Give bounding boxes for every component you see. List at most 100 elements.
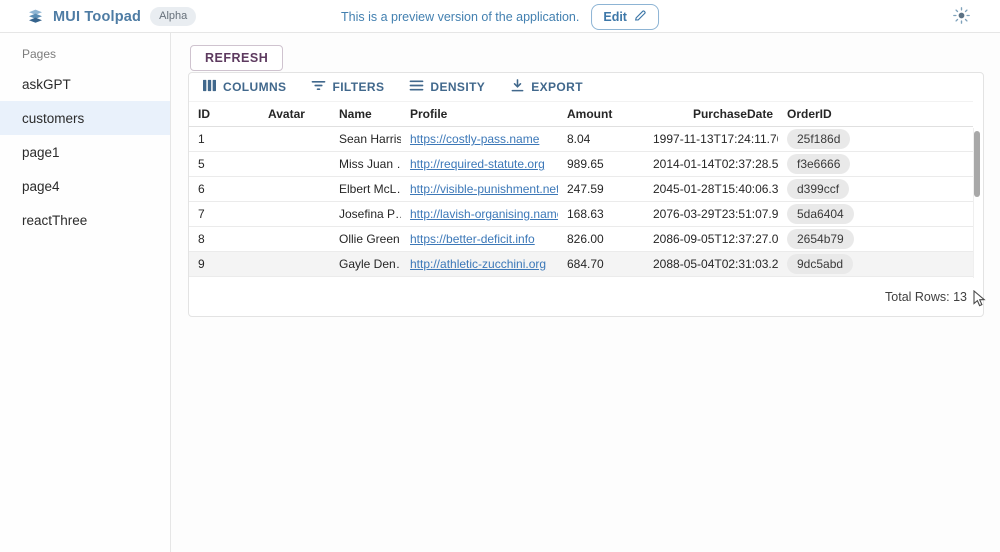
- cell-profile: http://athletic-zucchini.org: [401, 257, 558, 271]
- profile-link[interactable]: http://lavish-organising.name: [410, 207, 558, 221]
- columns-button[interactable]: COLUMNS: [197, 75, 291, 99]
- cell-purchasedate: 2086-09-05T12:37:27.015Z: [653, 232, 778, 246]
- columns-icon: [202, 79, 217, 95]
- cell-name: Sean Harris: [330, 132, 401, 146]
- sidebar-item-page1[interactable]: page1: [0, 135, 170, 169]
- sidebar-item-customers[interactable]: customers: [0, 101, 170, 135]
- orderid-chip[interactable]: 5da6404: [787, 204, 854, 224]
- profile-link[interactable]: http://visible-punishment.net: [410, 182, 558, 196]
- column-header-avatar[interactable]: Avatar: [259, 107, 330, 121]
- sidebar-item-label: customers: [22, 111, 84, 126]
- table-row[interactable]: 1 Sean Harris https://costly-pass.name 8…: [189, 127, 973, 152]
- sun-icon: [953, 7, 970, 27]
- orderid-chip[interactable]: 2654b79: [787, 229, 854, 249]
- app-title: MUI Toolpad: [53, 9, 141, 25]
- refresh-button[interactable]: REFRESH: [190, 45, 283, 71]
- table-row[interactable]: 7 Josefina P… http://lavish-organising.n…: [189, 202, 973, 227]
- profile-link[interactable]: https://costly-pass.name: [410, 132, 539, 146]
- cell-purchasedate: 2014-01-14T02:37:28.536Z: [653, 157, 778, 171]
- cell-amount: 684.70: [558, 257, 653, 271]
- column-header-orderid[interactable]: OrderID: [778, 107, 973, 121]
- orderid-chip[interactable]: 25f186d: [787, 129, 850, 149]
- table-row[interactable]: 8 Ollie Green… https://better-deficit.in…: [189, 227, 973, 252]
- columns-button-label: COLUMNS: [223, 80, 286, 94]
- cell-id: 7: [189, 207, 259, 221]
- cell-purchasedate: 1997-11-13T17:24:11.769Z: [653, 132, 778, 146]
- vertical-scrollbar[interactable]: [974, 131, 980, 197]
- orderid-chip[interactable]: f3e6666: [787, 154, 850, 174]
- cell-id: 8: [189, 232, 259, 246]
- export-icon: [510, 79, 525, 95]
- cell-name: Josefina P…: [330, 207, 401, 221]
- filters-icon: [311, 79, 326, 95]
- cell-amount: 247.59: [558, 182, 653, 196]
- cell-id: 6: [189, 182, 259, 196]
- cell-profile: http://required-statute.org: [401, 157, 558, 171]
- cell-purchasedate: 2045-01-28T15:40:06.325Z: [653, 182, 778, 196]
- cell-profile: https://costly-pass.name: [401, 132, 558, 146]
- preview-banner: This is a preview version of the applica…: [341, 0, 659, 33]
- preview-text: This is a preview version of the applica…: [341, 10, 579, 24]
- sidebar-header: Pages: [0, 33, 170, 67]
- table-row[interactable]: 9 Gayle Den… http://athletic-zucchini.or…: [189, 252, 973, 277]
- theme-toggle-button[interactable]: [949, 5, 973, 29]
- profile-link[interactable]: https://better-deficit.info: [410, 232, 535, 246]
- cell-id: 1: [189, 132, 259, 146]
- export-button[interactable]: EXPORT: [505, 75, 588, 99]
- cell-amount: 168.63: [558, 207, 653, 221]
- profile-link[interactable]: http://athletic-zucchini.org: [410, 257, 546, 271]
- sidebar-item-askgpt[interactable]: askGPT: [0, 67, 170, 101]
- cell-purchasedate: 2088-05-04T02:31:03.294Z: [653, 257, 778, 271]
- grid-footer: Total Rows: 13: [189, 277, 983, 316]
- cell-amount: 989.65: [558, 157, 653, 171]
- data-grid: COLUMNS FILTERS: [188, 72, 984, 317]
- cell-id: 5: [189, 157, 259, 171]
- brand: MUI Toolpad Alpha: [27, 0, 196, 33]
- density-button-label: DENSITY: [430, 80, 485, 94]
- profile-link[interactable]: http://required-statute.org: [410, 157, 545, 171]
- table-row[interactable]: 6 Elbert McL… http://visible-punishment.…: [189, 177, 973, 202]
- edit-button[interactable]: Edit: [591, 4, 659, 30]
- sidebar-item-page4[interactable]: page4: [0, 169, 170, 203]
- sidebar-item-label: page4: [22, 179, 60, 194]
- cell-purchasedate: 2076-03-29T23:51:07.968Z: [653, 207, 778, 221]
- grid-toolbar: COLUMNS FILTERS: [189, 73, 983, 101]
- cell-orderid: 25f186d: [778, 129, 973, 149]
- sidebar: Pages askGPT customers page1 page4 react…: [0, 33, 171, 552]
- cell-name: Elbert McL…: [330, 182, 401, 196]
- sidebar-item-label: askGPT: [22, 77, 71, 92]
- alpha-badge: Alpha: [150, 7, 196, 26]
- filters-button[interactable]: FILTERS: [306, 75, 389, 99]
- column-header-id[interactable]: ID: [189, 107, 259, 121]
- column-header-amount[interactable]: Amount: [558, 107, 653, 121]
- cell-amount: 8.04: [558, 132, 653, 146]
- grid-header-row: ID Avatar Name Profile Amount PurchaseDa…: [189, 101, 973, 127]
- export-button-label: EXPORT: [531, 80, 583, 94]
- column-header-profile[interactable]: Profile: [401, 107, 558, 121]
- pencil-icon: [634, 9, 647, 25]
- cell-orderid: f3e6666: [778, 154, 973, 174]
- cell-orderid: 9dc5abd: [778, 254, 973, 274]
- sidebar-item-label: reactThree: [22, 213, 87, 228]
- table-row[interactable]: 5 Miss Juan … http://required-statute.or…: [189, 152, 973, 177]
- grid-rows: 1 Sean Harris https://costly-pass.name 8…: [189, 127, 973, 277]
- cell-orderid: d399ccf: [778, 179, 973, 199]
- sidebar-item-label: page1: [22, 145, 60, 160]
- cell-profile: http://lavish-organising.name: [401, 207, 558, 221]
- app-bar: MUI Toolpad Alpha This is a preview vers…: [0, 0, 1000, 33]
- page-content: REFRESH COLUMNS: [171, 33, 1000, 552]
- cell-name: Gayle Den…: [330, 257, 401, 271]
- cell-amount: 826.00: [558, 232, 653, 246]
- orderid-chip[interactable]: d399ccf: [787, 179, 849, 199]
- column-header-name[interactable]: Name: [330, 107, 401, 121]
- density-button[interactable]: DENSITY: [404, 75, 490, 99]
- orderid-chip[interactable]: 9dc5abd: [787, 254, 853, 274]
- density-icon: [409, 79, 424, 95]
- cell-id: 9: [189, 257, 259, 271]
- sidebar-item-reactthree[interactable]: reactThree: [0, 203, 170, 237]
- filters-button-label: FILTERS: [332, 80, 384, 94]
- column-header-purchasedate[interactable]: PurchaseDate: [653, 107, 778, 121]
- cell-profile: https://better-deficit.info: [401, 232, 558, 246]
- cell-orderid: 2654b79: [778, 229, 973, 249]
- toolpad-logo-icon: [27, 9, 44, 25]
